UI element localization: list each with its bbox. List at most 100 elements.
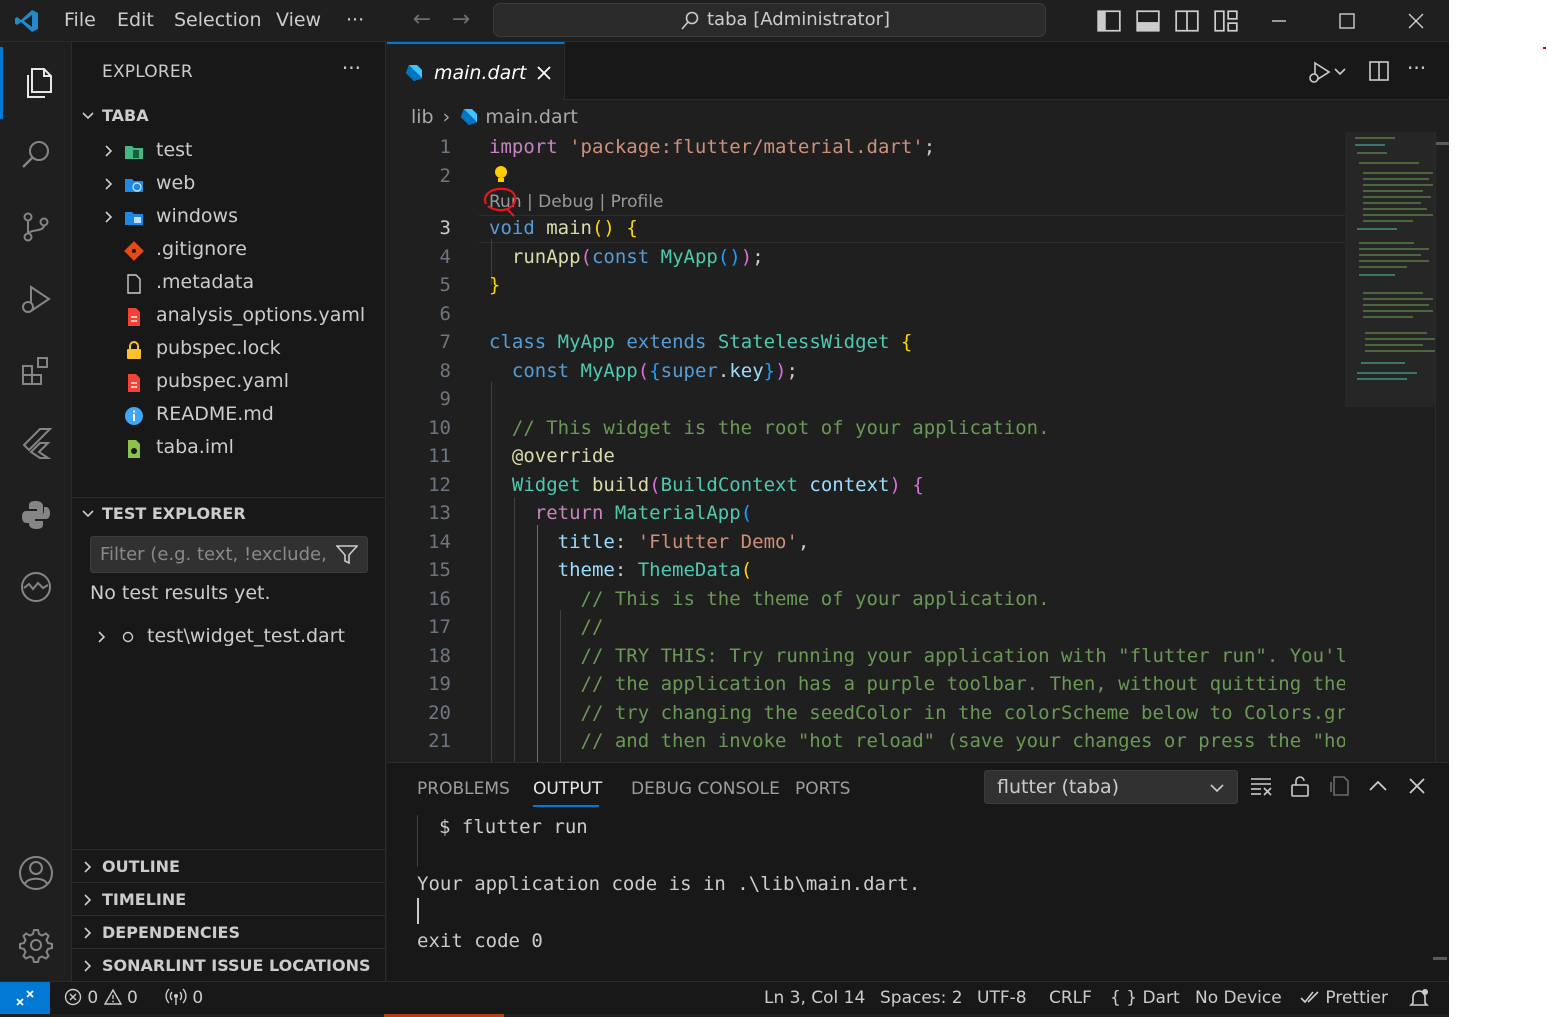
- split-editor-icon[interactable]: [1368, 60, 1390, 82]
- menu-more[interactable]: ···: [346, 0, 364, 42]
- extensions-icon: [22, 357, 48, 385]
- editor-scrollbar[interactable]: [1435, 132, 1449, 762]
- run-debug-dropdown-icon[interactable]: [1305, 59, 1347, 85]
- clear-output-icon[interactable]: [1249, 774, 1273, 798]
- project-section-header[interactable]: TABA: [72, 99, 386, 132]
- line-number: 16: [428, 588, 451, 610]
- code-editor[interactable]: 1 2 3 4 5 6 7 8 9 10 11 12 13 14 15 16 1…: [387, 132, 1345, 762]
- active-tab-indicator: [533, 805, 599, 807]
- tab-debug-console[interactable]: DEBUG CONSOLE: [631, 779, 780, 799]
- tab-problems[interactable]: PROBLEMS: [417, 779, 510, 799]
- test-filter-input[interactable]: [91, 537, 331, 572]
- tree-item-taba-iml[interactable]: taba.iml: [72, 431, 386, 464]
- menu-edit[interactable]: Edit: [117, 0, 154, 42]
- lightbulb-icon[interactable]: [493, 165, 509, 185]
- chevron-down-icon: [1210, 784, 1224, 793]
- folder-windows-icon: [125, 212, 143, 225]
- tab-main-dart[interactable]: main.dart: [387, 42, 565, 100]
- flutter-activity[interactable]: [0, 407, 72, 479]
- timeline-section-header[interactable]: TIMELINE: [72, 883, 386, 916]
- menu-file[interactable]: File: [64, 0, 96, 42]
- maximize-icon[interactable]: [1317, 0, 1377, 42]
- lock-scroll-icon[interactable]: [1288, 774, 1312, 798]
- back-arrow-icon[interactable]: ←: [408, 6, 436, 34]
- explorer-more-button[interactable]: ···: [342, 56, 361, 80]
- close-icon[interactable]: [535, 64, 553, 82]
- filter-icon[interactable]: [336, 545, 358, 565]
- dart-file-icon: [461, 109, 478, 125]
- breadcrumb-file[interactable]: main.dart: [485, 106, 577, 128]
- toggle-panel-icon[interactable]: [1135, 8, 1161, 34]
- manage-activity[interactable]: [0, 909, 72, 981]
- language-mode[interactable]: { } Dart: [1110, 982, 1180, 1014]
- cursor-position[interactable]: Ln 3, Col 14: [764, 982, 865, 1014]
- run-debug-activity[interactable]: [0, 263, 72, 335]
- close-window-icon[interactable]: [1386, 0, 1446, 42]
- problems-status[interactable]: 0 0: [64, 982, 138, 1014]
- close-panel-icon[interactable]: [1405, 774, 1429, 798]
- breadcrumb-separator-icon: ›: [442, 106, 451, 128]
- tree-item-windows[interactable]: windows: [72, 200, 386, 233]
- tree-item-pubspec-yaml[interactable]: pubspec.yaml: [72, 365, 386, 398]
- chevron-up-icon[interactable]: [1366, 774, 1390, 798]
- encoding[interactable]: UTF-8: [977, 982, 1027, 1014]
- line-number: 13: [428, 502, 451, 524]
- notifications-bell-icon[interactable]: [1409, 988, 1429, 1008]
- line-number: 6: [439, 303, 451, 325]
- end-of-line[interactable]: CRLF: [1049, 982, 1092, 1014]
- chevron-right-icon: [105, 211, 113, 223]
- chevron-right-icon: [84, 894, 92, 906]
- tree-item-label: README.md: [156, 403, 274, 425]
- extensions-activity[interactable]: [0, 335, 72, 407]
- explorer-activity[interactable]: [0, 47, 72, 119]
- dependencies-section-header[interactable]: DEPENDENCIES: [72, 916, 386, 949]
- toggle-secondary-sidebar-icon[interactable]: [1174, 8, 1200, 34]
- tree-item-pubspec-lock[interactable]: pubspec.lock: [72, 332, 386, 365]
- toggle-primary-sidebar-icon[interactable]: [1096, 8, 1122, 34]
- search-activity[interactable]: [0, 119, 72, 191]
- source-control-activity[interactable]: [0, 191, 72, 263]
- tree-item-readme[interactable]: README.md: [72, 398, 386, 431]
- menu-selection[interactable]: Selection: [174, 0, 262, 42]
- sonarlint-section-header[interactable]: SONARLINT ISSUE LOCATIONS: [72, 949, 386, 982]
- chevron-right-icon: [84, 927, 92, 939]
- dependencies-title: DEPENDENCIES: [102, 923, 241, 942]
- minimize-icon[interactable]: [1249, 0, 1309, 42]
- code-line: }: [489, 274, 501, 296]
- tree-item-web[interactable]: web: [72, 167, 386, 200]
- tree-item-gitignore[interactable]: .gitignore: [72, 233, 386, 266]
- line-number: 11: [428, 445, 451, 467]
- device-selector[interactable]: No Device: [1195, 982, 1282, 1014]
- remote-activity[interactable]: [0, 551, 72, 623]
- menu-view[interactable]: View: [276, 0, 321, 42]
- editor-more-actions-icon[interactable]: ···: [1407, 56, 1426, 80]
- tab-output[interactable]: OUTPUT: [533, 779, 602, 799]
- tree-item-analysis-options[interactable]: analysis_options.yaml: [72, 299, 386, 332]
- accounts-activity[interactable]: [0, 837, 72, 909]
- explorer-title: EXPLORER: [102, 62, 193, 82]
- breadcrumb-folder[interactable]: lib: [411, 106, 434, 128]
- code-line: // try changing the seedColor in the col…: [580, 702, 1345, 724]
- indentation[interactable]: Spaces: 2: [880, 982, 963, 1014]
- output-channel-value: flutter (taba): [997, 776, 1120, 798]
- remote-indicator[interactable]: [0, 982, 50, 1014]
- tab-ports[interactable]: PORTS: [795, 779, 850, 799]
- python-activity[interactable]: [0, 479, 72, 551]
- ports-status[interactable]: 0: [165, 982, 203, 1014]
- outline-section-header[interactable]: OUTLINE: [72, 850, 386, 883]
- output-channel-select[interactable]: flutter (taba): [984, 770, 1238, 804]
- tree-item-label: windows: [156, 205, 238, 227]
- command-center-search[interactable]: taba [Administrator]: [493, 3, 1046, 37]
- warning-count: 0: [127, 988, 138, 1008]
- tree-item-metadata[interactable]: .metadata: [72, 266, 386, 299]
- customize-layout-icon[interactable]: [1213, 8, 1239, 34]
- prettier-status[interactable]: Prettier: [1300, 982, 1388, 1014]
- test-item-widget-test[interactable]: test\widget_test.dart: [72, 620, 386, 653]
- minimap[interactable]: [1345, 132, 1435, 762]
- open-output-in-editor-icon[interactable]: [1328, 774, 1352, 798]
- tree-item-test[interactable]: test: [72, 134, 386, 167]
- run-debug-icon: [22, 285, 51, 313]
- test-filter-field[interactable]: [90, 536, 368, 573]
- forward-arrow-icon[interactable]: →: [447, 6, 475, 34]
- test-explorer-header[interactable]: TEST EXPLORER: [72, 497, 386, 530]
